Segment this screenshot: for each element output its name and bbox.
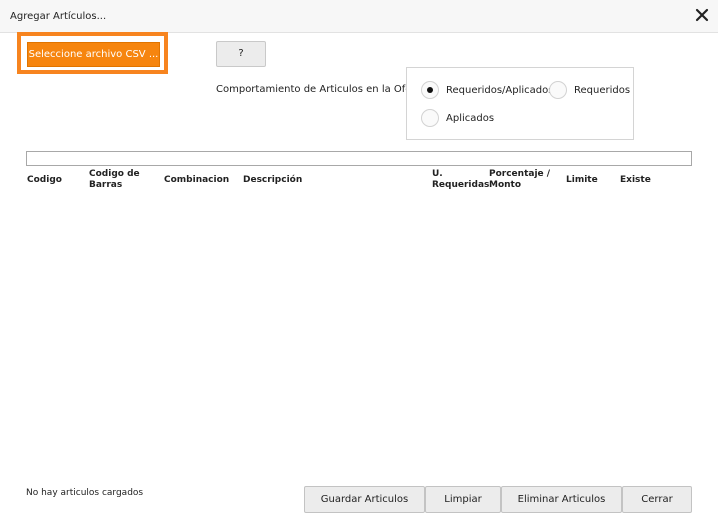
radio-requeridos[interactable]: Requeridos <box>549 81 630 99</box>
column-header-codigo-barras[interactable]: Codigo de Barras <box>89 169 140 191</box>
radio-circle <box>421 109 439 127</box>
window-title: Agregar Artículos... <box>10 11 107 22</box>
save-articles-button[interactable]: Guardar Articulos <box>304 486 425 513</box>
delete-articles-button[interactable]: Eliminar Articulos <box>501 486 622 513</box>
column-header-line: Combinacion <box>164 175 230 185</box>
radio-requeridos-aplicados[interactable]: Requeridos/Aplicados <box>421 81 553 99</box>
column-header-line: U. <box>432 169 443 179</box>
column-header-line: Existe <box>620 175 651 185</box>
clear-button[interactable]: Limpiar <box>425 486 501 513</box>
column-header-line: Porcentaje / <box>489 169 551 179</box>
close-button[interactable]: Cerrar <box>622 486 692 513</box>
column-header-line: Monto <box>489 180 522 190</box>
select-csv-button[interactable]: Seleccione archivo CSV ... <box>27 42 160 67</box>
title-bar: Agregar Artículos... <box>0 0 718 33</box>
help-button[interactable]: ? <box>216 41 266 67</box>
table-header: Codigo Codigo de Barras Combinacion Desc… <box>0 168 718 198</box>
behavior-radio-group: Requeridos/Aplicados Requeridos Aplicado… <box>406 67 634 140</box>
column-header-u-requeridas[interactable]: U. Requeridas <box>432 169 489 191</box>
column-header-descripcion[interactable]: Descripción <box>243 175 302 186</box>
radio-aplicados[interactable]: Aplicados <box>421 109 494 127</box>
column-header-line: Requeridas <box>432 180 490 190</box>
column-header-line: Barras <box>89 180 123 190</box>
radio-selected-dot <box>427 87 433 93</box>
column-header-limite[interactable]: Limite <box>566 175 598 186</box>
column-header-combinacion[interactable]: Combinacion <box>164 175 229 186</box>
radio-circle <box>421 81 439 99</box>
radio-label: Requeridos/Aplicados <box>446 84 554 96</box>
column-header-line: Limite <box>566 175 598 185</box>
radio-circle <box>549 81 567 99</box>
column-header-existe[interactable]: Existe <box>620 175 651 186</box>
radio-label: Requeridos <box>574 84 631 96</box>
column-header-line: Codigo <box>27 175 62 185</box>
behavior-label: Comportamiento de Articulos en la Oferta… <box>216 84 429 95</box>
column-header-line: Descripción <box>243 175 303 185</box>
close-icon[interactable] <box>695 8 709 22</box>
progress-bar <box>26 151 692 166</box>
column-header-porcentaje-monto[interactable]: Porcentaje / Monto <box>489 169 550 191</box>
column-header-line: Codigo de <box>89 169 140 179</box>
column-header-codigo[interactable]: Codigo <box>27 175 62 186</box>
status-text: No hay articulos cargados <box>26 488 144 498</box>
radio-label: Aplicados <box>446 112 495 124</box>
